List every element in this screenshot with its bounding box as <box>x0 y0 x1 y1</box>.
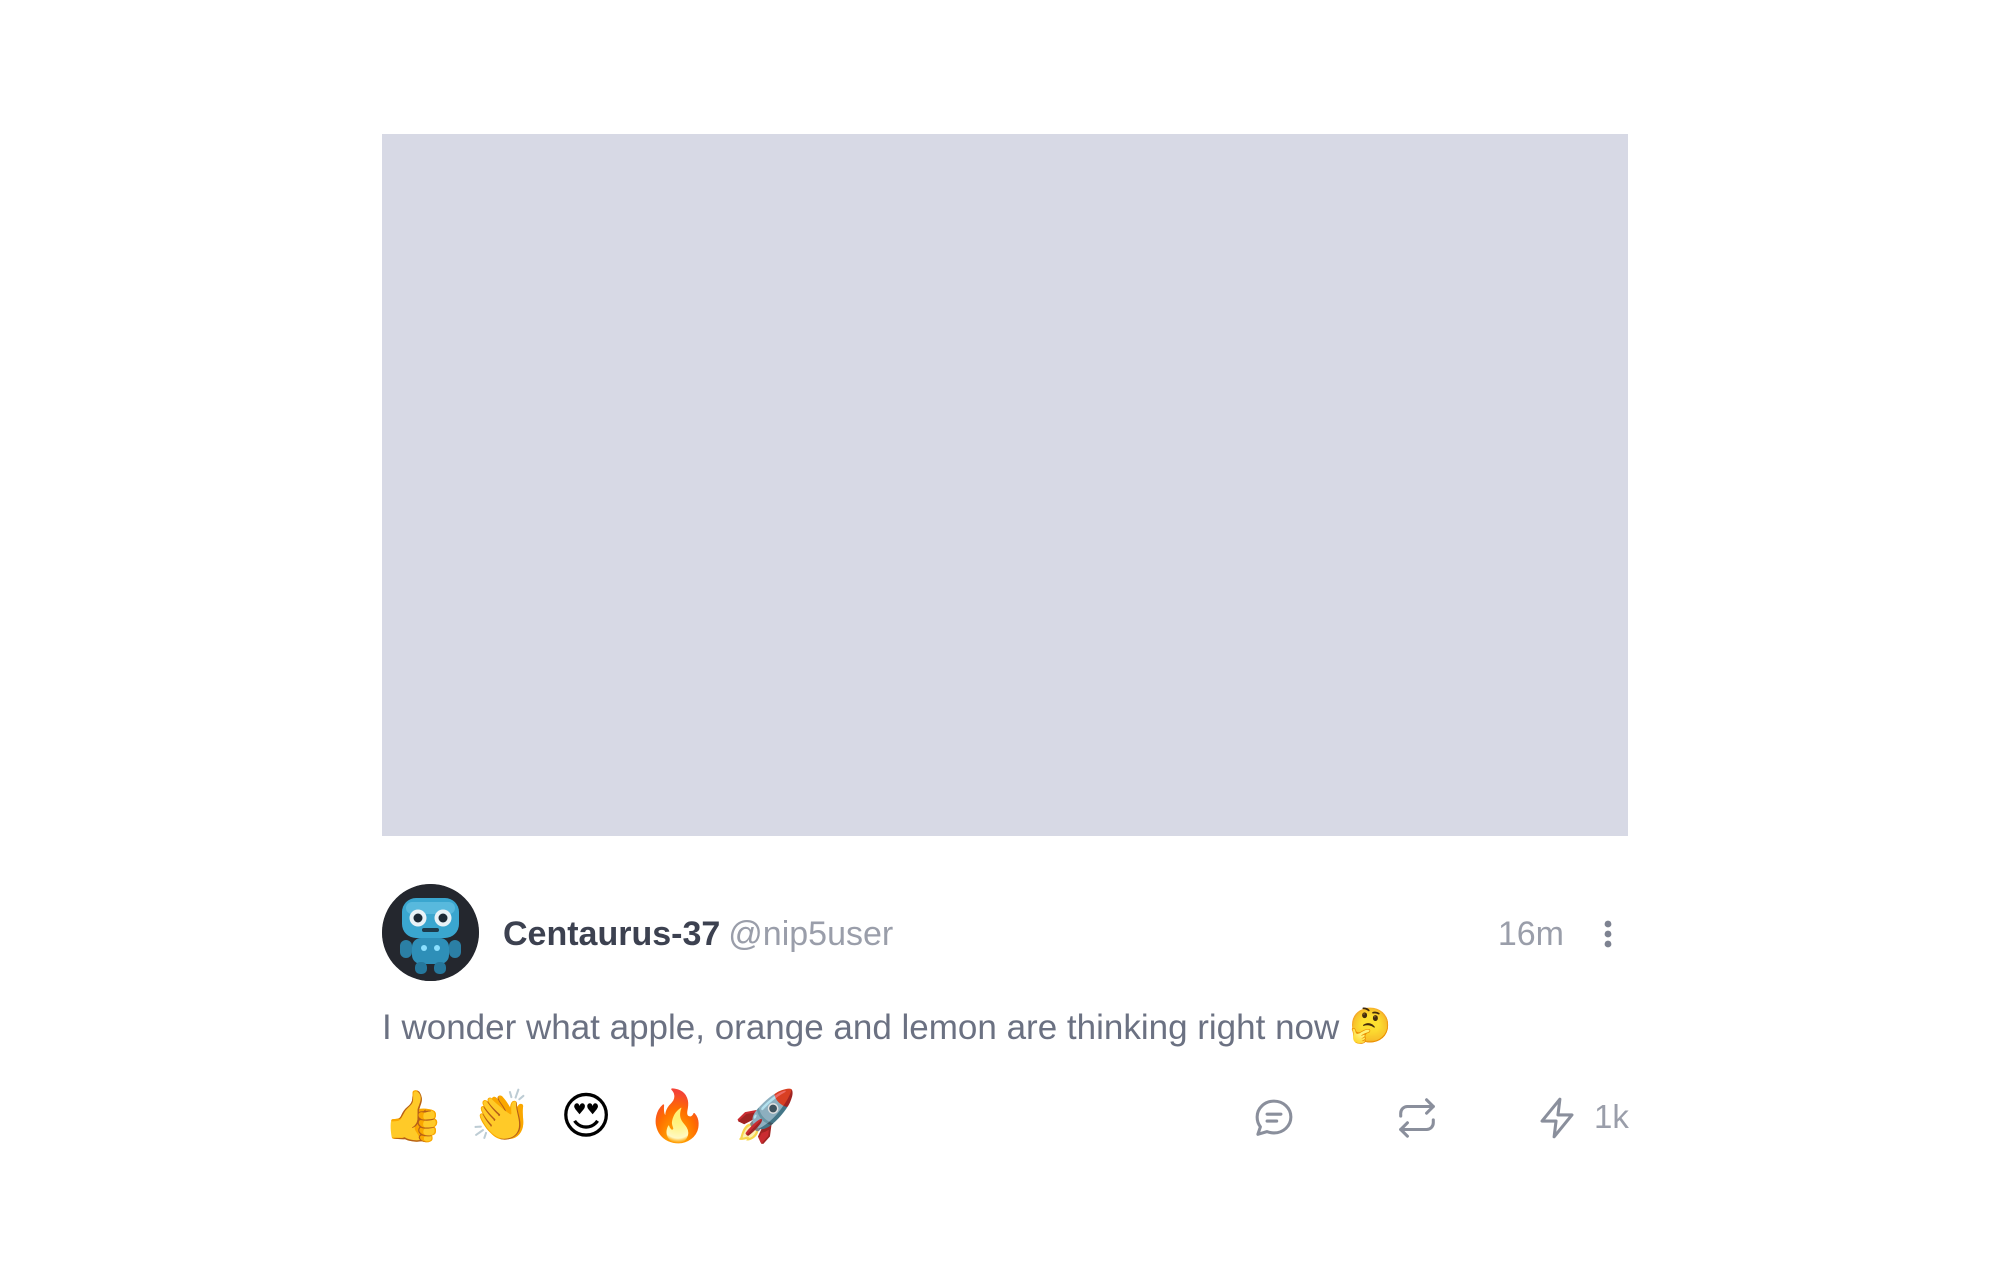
reply-button[interactable] <box>1251 1095 1297 1141</box>
reaction-thumbs-up[interactable]: 👍 <box>382 1085 444 1147</box>
avatar[interactable] <box>382 884 479 981</box>
author-identity: Centaurus-37 @nip5user <box>503 914 893 954</box>
more-vertical-icon <box>1604 920 1612 948</box>
post-media-placeholder[interactable] <box>382 134 1628 836</box>
lightning-icon <box>1540 1097 1574 1139</box>
post-content: I wonder what apple, orange and lemon ar… <box>382 1003 1628 1051</box>
post-actions: 👍 👏 😍 🔥 🚀 1k <box>382 1085 1629 1149</box>
thinking-face-emoji: 🤔 <box>1349 1007 1392 1045</box>
author-display-name[interactable]: Centaurus-37 <box>503 915 720 953</box>
comment-icon <box>1255 1099 1293 1136</box>
post-card: Centaurus-37 @nip5user 16m I wonder what … <box>382 134 1629 1149</box>
robot-avatar-icon <box>382 884 479 981</box>
repost-button[interactable] <box>1394 1095 1440 1141</box>
author-handle[interactable]: @nip5user <box>728 915 893 953</box>
reaction-bar: 👍 👏 😍 🔥 🚀 <box>382 1085 822 1147</box>
reaction-clapping-hands[interactable]: 👏 <box>470 1085 532 1147</box>
post-text: I wonder what apple, orange and lemon ar… <box>382 1008 1340 1047</box>
repost-icon <box>1399 1098 1435 1138</box>
reaction-rocket[interactable]: 🚀 <box>734 1085 796 1147</box>
reaction-heart-eyes[interactable]: 😍 <box>558 1085 614 1147</box>
zap-count: 1k <box>1594 1098 1629 1135</box>
post-header: Centaurus-37 @nip5user 16m <box>382 884 1628 982</box>
zap-button[interactable] <box>1534 1095 1580 1141</box>
post-timestamp[interactable]: 16m <box>1498 914 1564 954</box>
more-options-button[interactable] <box>1602 914 1614 954</box>
reaction-fire[interactable]: 🔥 <box>646 1085 708 1147</box>
